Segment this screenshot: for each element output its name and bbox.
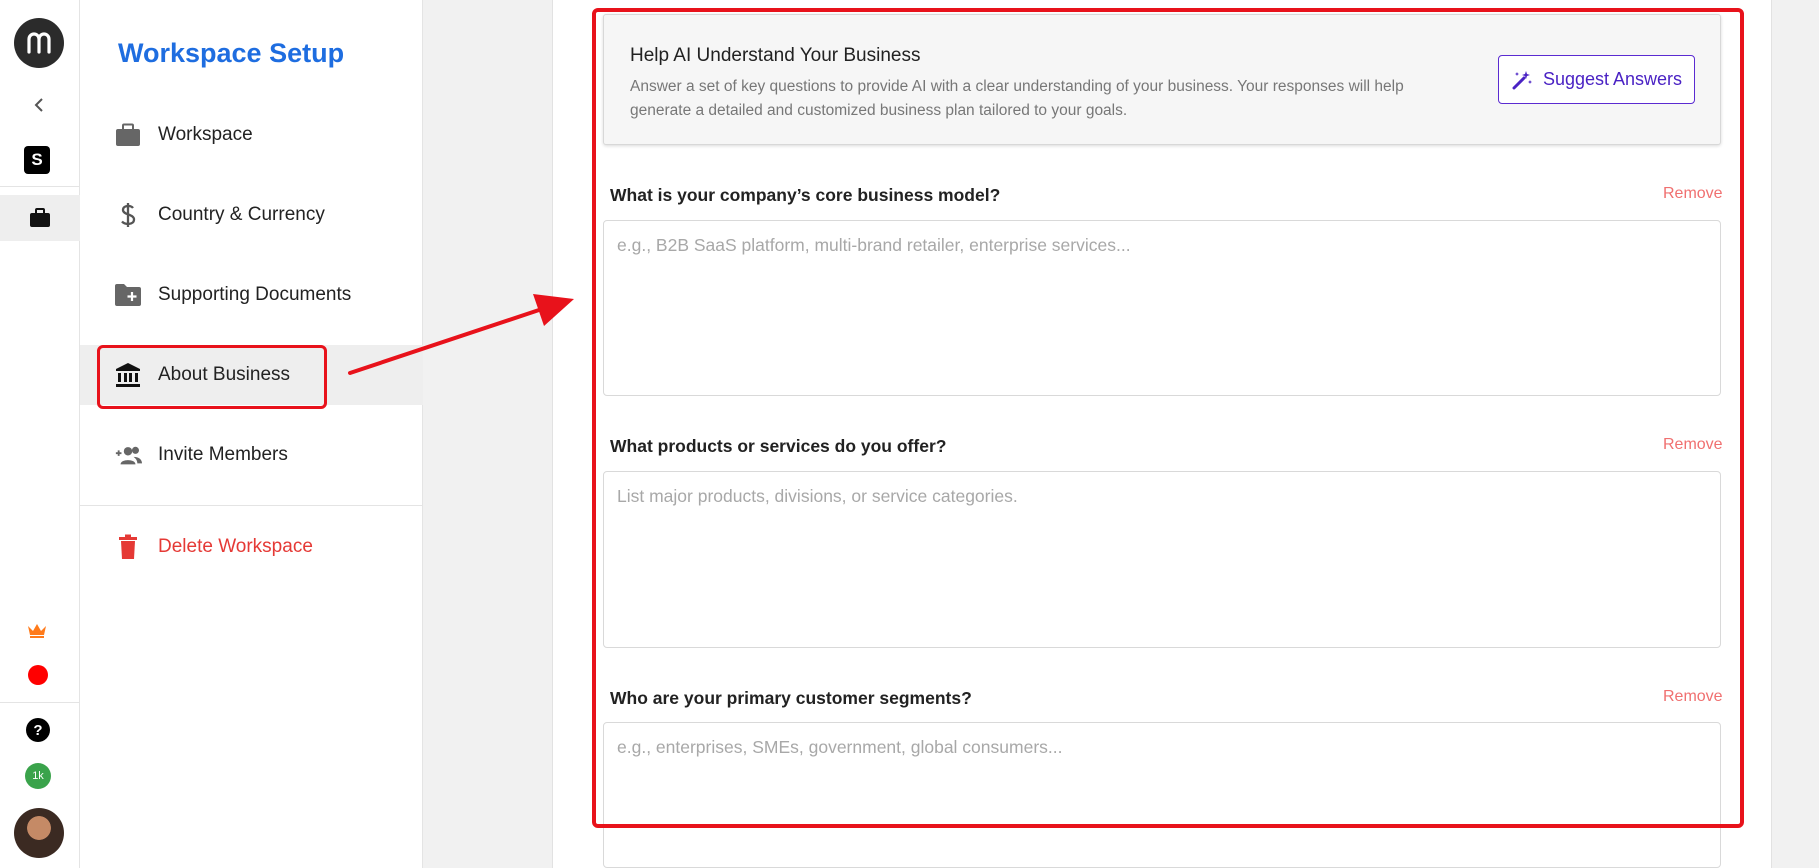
dollar-icon xyxy=(114,201,142,229)
magic-wand-icon xyxy=(1511,69,1533,91)
rail-divider xyxy=(0,702,80,703)
rail-divider xyxy=(0,186,80,187)
trash-icon xyxy=(114,533,142,561)
customer-segments-field[interactable] xyxy=(603,722,1721,868)
notification-count-badge[interactable]: 1k xyxy=(25,763,51,789)
question-label: What products or services do you offer? xyxy=(610,436,947,456)
sidebar-item-supporting-documents[interactable]: Supporting Documents xyxy=(80,265,423,325)
settings-sidebar: Workspace Setup Workspace Country & Curr… xyxy=(80,0,423,868)
products-services-field[interactable] xyxy=(603,471,1721,648)
workspace-switch-s[interactable]: S xyxy=(24,146,50,174)
briefcase-icon xyxy=(114,121,142,149)
ai-help-card: Help AI Understand Your Business Answer … xyxy=(603,14,1721,145)
crown-icon[interactable] xyxy=(24,618,50,642)
card-description: Answer a set of key questions to provide… xyxy=(630,78,1404,119)
page-title: Workspace Setup xyxy=(118,38,345,68)
sidebar-item-label: About Business xyxy=(158,364,291,385)
question-label: Who are your primary customer segments? xyxy=(610,688,972,708)
sidebar-item-invite-members[interactable]: Invite Members xyxy=(80,425,423,485)
collapse-chevron-icon[interactable] xyxy=(26,92,52,118)
sidebar-item-label: Supporting Documents xyxy=(158,284,352,305)
group-add-icon xyxy=(114,441,142,469)
card-title: Help AI Understand Your Business xyxy=(630,45,921,66)
workspace-briefcase-icon[interactable] xyxy=(0,195,80,241)
sidebar-item-workspace[interactable]: Workspace xyxy=(80,105,423,165)
remove-question-button[interactable]: Remove xyxy=(1663,185,1723,203)
sidebar-item-country-currency[interactable]: Country & Currency xyxy=(80,185,423,245)
suggest-answers-label: Suggest Answers xyxy=(1542,69,1683,89)
sidebar-item-label: Workspace xyxy=(158,124,253,145)
remove-question-button[interactable]: Remove xyxy=(1663,436,1723,454)
help-icon[interactable]: ? xyxy=(26,718,50,742)
sidebar-item-about-business[interactable]: About Business xyxy=(80,345,423,405)
bank-icon xyxy=(114,361,142,389)
sidebar-item-label: Delete Workspace xyxy=(158,536,313,557)
question-label: What is your company’s core business mod… xyxy=(610,185,1001,205)
sidebar-item-label: Invite Members xyxy=(158,444,288,465)
folder-add-icon xyxy=(114,281,142,309)
business-model-field[interactable] xyxy=(603,220,1721,396)
sidebar-item-delete-workspace[interactable]: Delete Workspace xyxy=(80,517,423,577)
avatar[interactable] xyxy=(14,808,64,858)
suggest-answers-button[interactable]: Suggest Answers xyxy=(1498,55,1695,104)
record-icon[interactable] xyxy=(28,665,48,685)
sidebar-divider xyxy=(80,505,423,506)
sidebar-item-label: Country & Currency xyxy=(158,204,325,225)
remove-question-button[interactable]: Remove xyxy=(1663,688,1723,706)
brand-logo-icon[interactable] xyxy=(14,18,64,68)
icon-rail: S ? 1k xyxy=(0,0,80,868)
